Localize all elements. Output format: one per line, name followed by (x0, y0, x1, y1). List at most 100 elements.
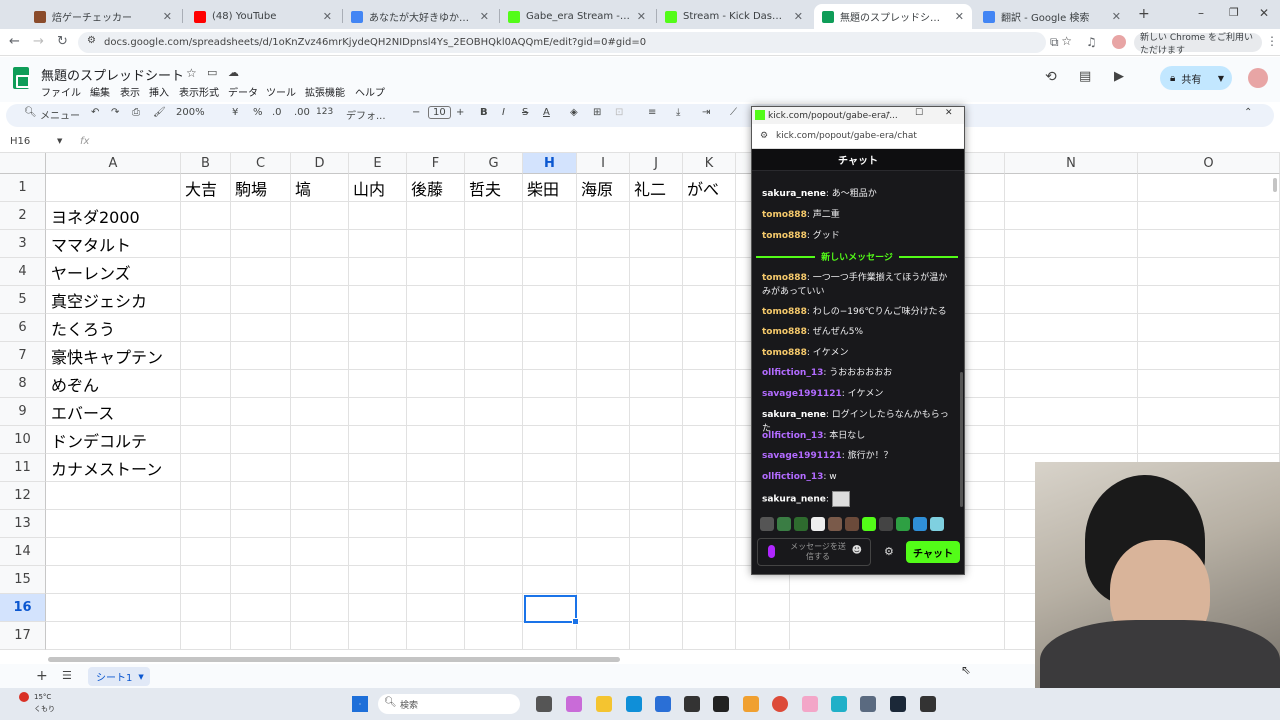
history-icon[interactable]: ⟲ (1045, 69, 1057, 85)
new-tab-button[interactable]: + (1138, 6, 1150, 22)
chrome-icon[interactable] (772, 696, 788, 712)
row-header-5[interactable]: 5 (0, 286, 46, 314)
popup-close-button[interactable]: ✕ (945, 108, 953, 118)
cell-a3[interactable]: ママタルト (51, 230, 131, 258)
name-box-dropdown-icon[interactable]: ▼ (57, 137, 62, 145)
weather-desc[interactable]: くもり (34, 704, 55, 714)
edge-icon[interactable] (626, 696, 642, 712)
currency-format-button[interactable]: ¥ (232, 107, 238, 118)
merge-cells-icon[interactable]: ⊡ (615, 107, 623, 118)
print-icon[interactable]: ⎙ (132, 107, 140, 118)
browser-tab-2[interactable]: (48) YouTube ✕ (186, 4, 340, 29)
emote-icon[interactable] (760, 517, 774, 531)
emote-icon[interactable] (845, 517, 859, 531)
chat-username[interactable]: tomo888 (762, 307, 807, 317)
cell-j1[interactable]: 礼二 (634, 174, 666, 202)
chat-username[interactable]: tomo888 (762, 348, 807, 358)
cell-a8[interactable]: めぞん (51, 370, 99, 398)
menu-item-2[interactable]: 編集 (90, 84, 110, 99)
column-header-a[interactable]: A (46, 153, 181, 174)
start-button-icon[interactable] (352, 696, 368, 712)
chrome-update-notice[interactable]: 新しい Chrome をご利用いただけます (1134, 33, 1262, 56)
app-red-icon[interactable] (920, 696, 936, 712)
column-header-h[interactable]: H (523, 153, 577, 174)
popup-site-info-icon[interactable]: ⚙ (760, 131, 768, 141)
settings-icon[interactable] (860, 696, 876, 712)
column-header-c[interactable]: C (231, 153, 291, 174)
capcut-icon[interactable] (713, 696, 729, 712)
menu-item-7[interactable]: ツール (266, 84, 296, 99)
chat-username[interactable]: tomo888 (762, 273, 807, 283)
cell-a9[interactable]: エバース (51, 398, 114, 426)
italic-icon[interactable]: I (502, 107, 505, 118)
bold-icon[interactable]: B (480, 107, 488, 118)
file-explorer-icon[interactable] (596, 696, 612, 712)
tab-close-icon[interactable]: ✕ (955, 10, 964, 23)
collapse-toolbar-icon[interactable]: ⌃ (1244, 107, 1252, 118)
tab-close-icon[interactable]: ✕ (480, 10, 489, 23)
fill-color-icon[interactable]: ◈ (570, 107, 578, 118)
cell-a5[interactable]: 真空ジェシカ (51, 286, 147, 314)
row-header-6[interactable]: 6 (0, 314, 46, 342)
menu-item-8[interactable]: 拡張機能 (305, 84, 345, 99)
chat-username[interactable]: savage1991121 (762, 389, 842, 399)
app-cyan-icon[interactable] (831, 696, 847, 712)
chat-scrollbar[interactable] (960, 372, 963, 507)
steam-icon[interactable] (890, 696, 906, 712)
app-icon[interactable] (684, 696, 700, 712)
chat-username[interactable]: ollfiction_13 (762, 368, 823, 378)
popup-maximize-button[interactable]: ☐ (915, 108, 923, 118)
horizontal-align-icon[interactable]: ≡ (648, 107, 656, 118)
chat-username[interactable]: sakura_nene (762, 495, 826, 505)
row-header-10[interactable]: 10 (0, 426, 46, 454)
browser-tab-1[interactable]: 焙ゲーチェッカー ✕ (26, 4, 180, 29)
cell-i1[interactable]: 海原 (581, 174, 613, 202)
chat-settings-icon[interactable]: ⚙ (884, 545, 894, 558)
row-header-7[interactable]: 7 (0, 342, 46, 370)
send-chat-button[interactable]: チャット (906, 541, 960, 563)
borders-icon[interactable]: ⊞ (593, 107, 601, 118)
row-header-1[interactable]: 1 (0, 174, 46, 202)
text-wrap-icon[interactable]: ⇥ (702, 107, 710, 118)
row-header-4[interactable]: 4 (0, 258, 46, 286)
text-color-icon[interactable]: A (543, 107, 550, 118)
cell-b1[interactable]: 大吉 (185, 174, 217, 202)
extensions-icon[interactable]: ⧉ (1050, 35, 1059, 50)
account-avatar[interactable] (1248, 68, 1268, 88)
tab-close-icon[interactable]: ✕ (163, 10, 172, 23)
emoji-icon[interactable]: ☻ (852, 546, 862, 556)
store-icon[interactable] (655, 696, 671, 712)
close-window-button[interactable]: ✕ (1259, 6, 1269, 20)
emote-icon[interactable] (930, 517, 944, 531)
decrease-font-size-button[interactable]: − (412, 107, 420, 118)
taskbar-search-input[interactable]: 🔍︎ 検索 (378, 694, 520, 714)
browser-tab-5[interactable]: Stream - Kick Dashboard ✕ (657, 4, 811, 29)
document-title[interactable]: 無題のスプレッドシート (41, 65, 184, 84)
copilot-icon[interactable] (566, 696, 582, 712)
forward-icon[interactable]: → (33, 34, 44, 49)
popup-minimize-button[interactable]: – (886, 108, 891, 118)
all-sheets-icon[interactable]: ☰ (62, 669, 72, 682)
sheet-tab-1[interactable]: シート1 ▼ (88, 667, 150, 686)
search-menus-icon[interactable]: 🔍︎ (24, 107, 37, 118)
minimize-window-button[interactable]: – (1198, 6, 1204, 20)
emote-icon[interactable] (913, 517, 927, 531)
cell-a2[interactable]: ヨネダ2000 (51, 202, 140, 230)
selected-cell-h16[interactable] (524, 595, 579, 625)
row-header-14[interactable]: 14 (0, 538, 46, 566)
chevron-down-icon[interactable]: ▼ (1218, 74, 1224, 83)
browser-tab-3[interactable]: あなたが大好きゆかりちゃんーばん ✕ (343, 4, 497, 29)
column-header-n[interactable]: N (1005, 153, 1138, 174)
tab-close-icon[interactable]: ✕ (637, 10, 646, 23)
column-header-o[interactable]: O (1138, 153, 1280, 174)
chat-username[interactable]: tomo888 (762, 210, 807, 220)
reload-icon[interactable]: ↻ (57, 34, 68, 49)
row-header-13[interactable]: 13 (0, 510, 46, 538)
meet-icon[interactable]: ▶ (1114, 69, 1124, 84)
row-header-17[interactable]: 17 (0, 622, 46, 650)
cell-h1[interactable]: 柴田 (527, 174, 559, 202)
obs-icon[interactable] (743, 696, 759, 712)
profile-avatar[interactable] (1112, 35, 1126, 49)
select-all-corner[interactable] (0, 153, 46, 174)
row-header-11[interactable]: 11 (0, 454, 46, 482)
